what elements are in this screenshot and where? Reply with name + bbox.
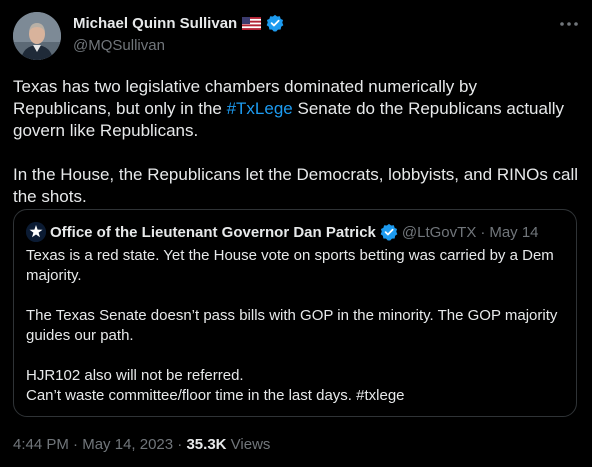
verified-badge-icon[interactable] [266,14,284,32]
tweet-paragraph: Texas has two legislative chambers domin… [13,76,579,142]
author-avatar[interactable] [13,12,61,60]
quoted-tweet[interactable]: Office of the Lieutenant Governor Dan Pa… [13,209,577,417]
quoted-line: Can’t waste committee/floor time in the … [26,387,405,404]
separator-dot: · [73,436,79,453]
quoted-line: HJR102 also will not be referred. [26,367,244,384]
quoted-tweet-header: Office of the Lieutenant Governor Dan Pa… [26,222,539,242]
tweet-date[interactable]: May 14, 2023 [82,436,173,453]
tweet-text: Texas has two legislative chambers domin… [13,76,579,208]
tweet-paragraph: In the House, the Republicans let the De… [13,165,579,206]
quoted-paragraph: HJR102 also will not be referred. Can’t w… [26,366,566,406]
quoted-author-avatar [26,222,46,242]
author-display-name[interactable]: Michael Quinn Sullivan [73,15,237,32]
quoted-author-handle: @LtGovTX [401,223,477,241]
separator-dot: · [480,223,486,241]
views-label: Views [230,436,271,453]
author-name-row: Michael Quinn Sullivan [73,14,284,32]
tweet-time[interactable]: 4:44 PM [13,436,69,453]
tweet-metadata: 4:44 PM · May 14, 2023 · 35.3K Views [13,436,270,453]
quoted-tweet-text: Texas is a red state. Yet the House vote… [26,246,566,406]
quoted-paragraph: The Texas Senate doesn’t pass bills with… [26,307,558,344]
views-count: 35.3K [186,436,227,453]
separator-dot: · [177,436,183,453]
verified-badge-icon [380,223,398,241]
quoted-paragraph: Texas is a red state. Yet the House vote… [26,247,554,284]
tweet: Michael Quinn Sullivan @MQSullivan Texas… [0,0,592,467]
quoted-author-name: Office of the Lieutenant Governor Dan Pa… [50,223,376,241]
quoted-tweet-date: May 14 [489,223,539,241]
author-handle[interactable]: @MQSullivan [73,37,165,54]
more-options-icon[interactable] [556,14,582,34]
hashtag-link[interactable]: #TxLege [227,99,293,118]
us-flag-icon [242,16,262,30]
